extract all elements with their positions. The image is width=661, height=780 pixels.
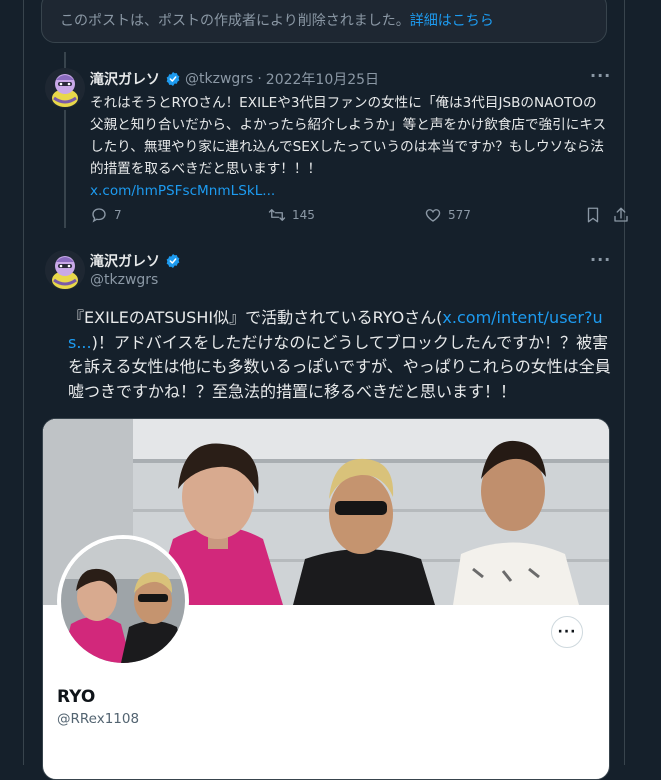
reply-count: 7 (114, 208, 122, 222)
deleted-post-notice: このポストは、ポストの作成者により削除されました。詳細はこちら (41, 0, 607, 43)
verified-icon (166, 72, 180, 86)
separator-dot: · (257, 71, 262, 87)
learn-more-link[interactable]: 詳細はこちら (410, 13, 494, 29)
retweet-button[interactable]: 145 (268, 206, 315, 224)
bookmark-button[interactable] (584, 206, 608, 224)
tweet-body: それはそうとRYOさん！EXILEや3代目ファンの女性に「俺は3代目JSBのNA… (90, 95, 607, 177)
share-button[interactable] (612, 206, 636, 224)
tweet-body-end: )！アドバイスをしただけなのにどうしてブロックしたんですか！？被害を訴える女性は… (68, 332, 611, 401)
tweet-handle-line: @tkzwgrs (90, 272, 158, 288)
share-icon (614, 207, 628, 222)
reply-button[interactable]: 7 (90, 206, 122, 224)
more-icon[interactable]: ··· (590, 66, 611, 85)
side-area (634, 0, 661, 765)
profile-avatar[interactable] (61, 539, 185, 663)
tweet-body-start: 『EXILEのATSUSHI似』で活動されているRYOさん( (68, 308, 443, 327)
more-icon: ··· (557, 624, 577, 640)
avatar-illustration-icon (45, 250, 85, 290)
more-icon[interactable]: ··· (590, 250, 611, 269)
tweet-text: 『EXILEのATSUSHI似』で活動されているRYOさん(x.com/inte… (68, 306, 614, 404)
timeline-column: このポストは、ポストの作成者により削除されました。詳細はこちら 滝沢ガレソ @t… (23, 0, 628, 780)
author-handle[interactable]: @tkzwgrs (185, 71, 253, 87)
reply-icon (92, 208, 106, 223)
tweet-text: それはそうとRYOさん！EXILEや3代目ファンの女性に「俺は3代目JSBのNA… (90, 92, 610, 202)
heart-icon (425, 209, 441, 222)
tweet-link[interactable]: x.com/hmPSFscMnmLSkL... (90, 180, 610, 202)
deleted-notice-text: このポストは、ポストの作成者により削除されました。 (60, 13, 410, 29)
avatar[interactable] (45, 250, 85, 290)
tweet-header: 滝沢ガレソ (90, 251, 185, 271)
author-name[interactable]: 滝沢ガレソ (90, 251, 160, 271)
bookmark-icon (587, 207, 599, 223)
profile-photo (61, 539, 185, 663)
verified-icon (166, 254, 180, 268)
profile-card[interactable]: ··· RYO @RRex1108 (42, 418, 610, 780)
thread-connector (64, 110, 66, 228)
profile-name: RYO (57, 687, 96, 707)
retweet-count: 145 (292, 208, 315, 222)
avatar-illustration-icon (45, 68, 85, 108)
tweet-actions: 7 145 577 (90, 206, 628, 228)
retweet-icon (268, 209, 286, 221)
avatar[interactable] (45, 68, 85, 108)
tweet-date[interactable]: 2022年10月25日 (266, 69, 379, 89)
like-button[interactable]: 577 (424, 206, 471, 224)
like-count: 577 (448, 208, 471, 222)
profile-handle: @RRex1108 (57, 711, 140, 727)
tweet-header: 滝沢ガレソ @tkzwgrs · 2022年10月25日 (90, 69, 379, 89)
author-handle[interactable]: @tkzwgrs (90, 272, 158, 288)
author-name[interactable]: 滝沢ガレソ (90, 69, 160, 89)
more-options-button[interactable]: ··· (551, 616, 583, 648)
